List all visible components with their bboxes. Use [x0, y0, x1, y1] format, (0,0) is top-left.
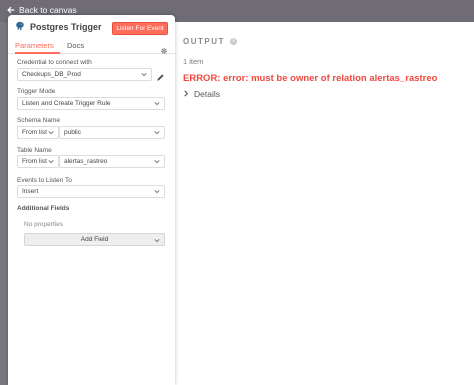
output-header: OUTPUT i [183, 37, 237, 46]
chevron-down-icon [141, 72, 147, 79]
back-to-canvas-button[interactable]: Back to canvas [7, 5, 77, 15]
info-icon[interactable]: i [229, 38, 237, 45]
trigger-mode-value: Listen and Create Trigger Rule [22, 100, 111, 107]
chevron-down-icon [48, 130, 54, 137]
listen-for-event-button[interactable]: Listen For Event [112, 22, 168, 35]
events-value: Insert [22, 188, 39, 195]
output-title: OUTPUT [183, 37, 225, 46]
gear-icon[interactable] [160, 42, 168, 60]
back-to-canvas-label: Back to canvas [19, 5, 77, 15]
trigger-mode-select[interactable]: Listen and Create Trigger Rule [17, 97, 165, 110]
add-field-label: Add Field [80, 236, 109, 243]
tab-bar: Parameters Docs [8, 39, 175, 54]
schema-mode-select[interactable]: From list [17, 126, 59, 139]
details-toggle[interactable]: Details [183, 89, 220, 99]
error-message: ERROR: error: must be owner of relation … [183, 73, 438, 84]
arrow-left-icon [7, 6, 15, 14]
edit-credential-pencil-icon[interactable] [156, 69, 165, 87]
schema-name-value: public [64, 129, 81, 136]
no-properties-text: No properties [24, 221, 64, 228]
details-label: Details [194, 89, 220, 99]
item-count: 1 item [183, 57, 204, 66]
tab-docs[interactable]: Docs [67, 41, 84, 50]
table-name-select[interactable]: alertas_rastreo [59, 155, 165, 168]
node-parameters-panel: Postgres Trigger Listen For Event Parame… [8, 15, 175, 385]
add-field-button[interactable]: Add Field [24, 233, 165, 246]
table-name-value: alertas_rastreo [64, 158, 108, 165]
events-select[interactable]: Insert [17, 185, 165, 198]
chevron-down-icon [154, 238, 160, 245]
postgres-elephant-icon [15, 18, 25, 36]
schema-mode-value: From list [22, 129, 47, 136]
node-title: Postgres Trigger [30, 22, 102, 32]
table-name-label: Table Name [17, 147, 52, 154]
chevron-down-icon [154, 189, 160, 196]
schema-name-label: Schema Name [17, 117, 60, 124]
schema-name-select[interactable]: public [59, 126, 165, 139]
chevron-down-icon [154, 130, 160, 137]
table-mode-select[interactable]: From list [17, 155, 59, 168]
additional-fields-label: Additional Fields [17, 205, 70, 212]
events-label: Events to Listen To [17, 177, 72, 184]
output-panel: OUTPUT i 1 item ERROR: error: must be ow… [174, 22, 474, 385]
credential-value: Checkups_DB_Prod [22, 71, 81, 78]
chevron-right-icon [183, 89, 189, 99]
chevron-down-icon [48, 159, 54, 166]
credential-label: Credential to connect with [17, 59, 92, 66]
credential-select[interactable]: Checkups_DB_Prod [17, 68, 152, 81]
active-tab-indicator [15, 52, 60, 54]
chevron-down-icon [154, 101, 160, 108]
trigger-mode-label: Trigger Mode [17, 88, 56, 95]
chevron-down-icon [154, 159, 160, 166]
table-mode-value: From list [22, 158, 47, 165]
tab-parameters[interactable]: Parameters [15, 41, 54, 50]
